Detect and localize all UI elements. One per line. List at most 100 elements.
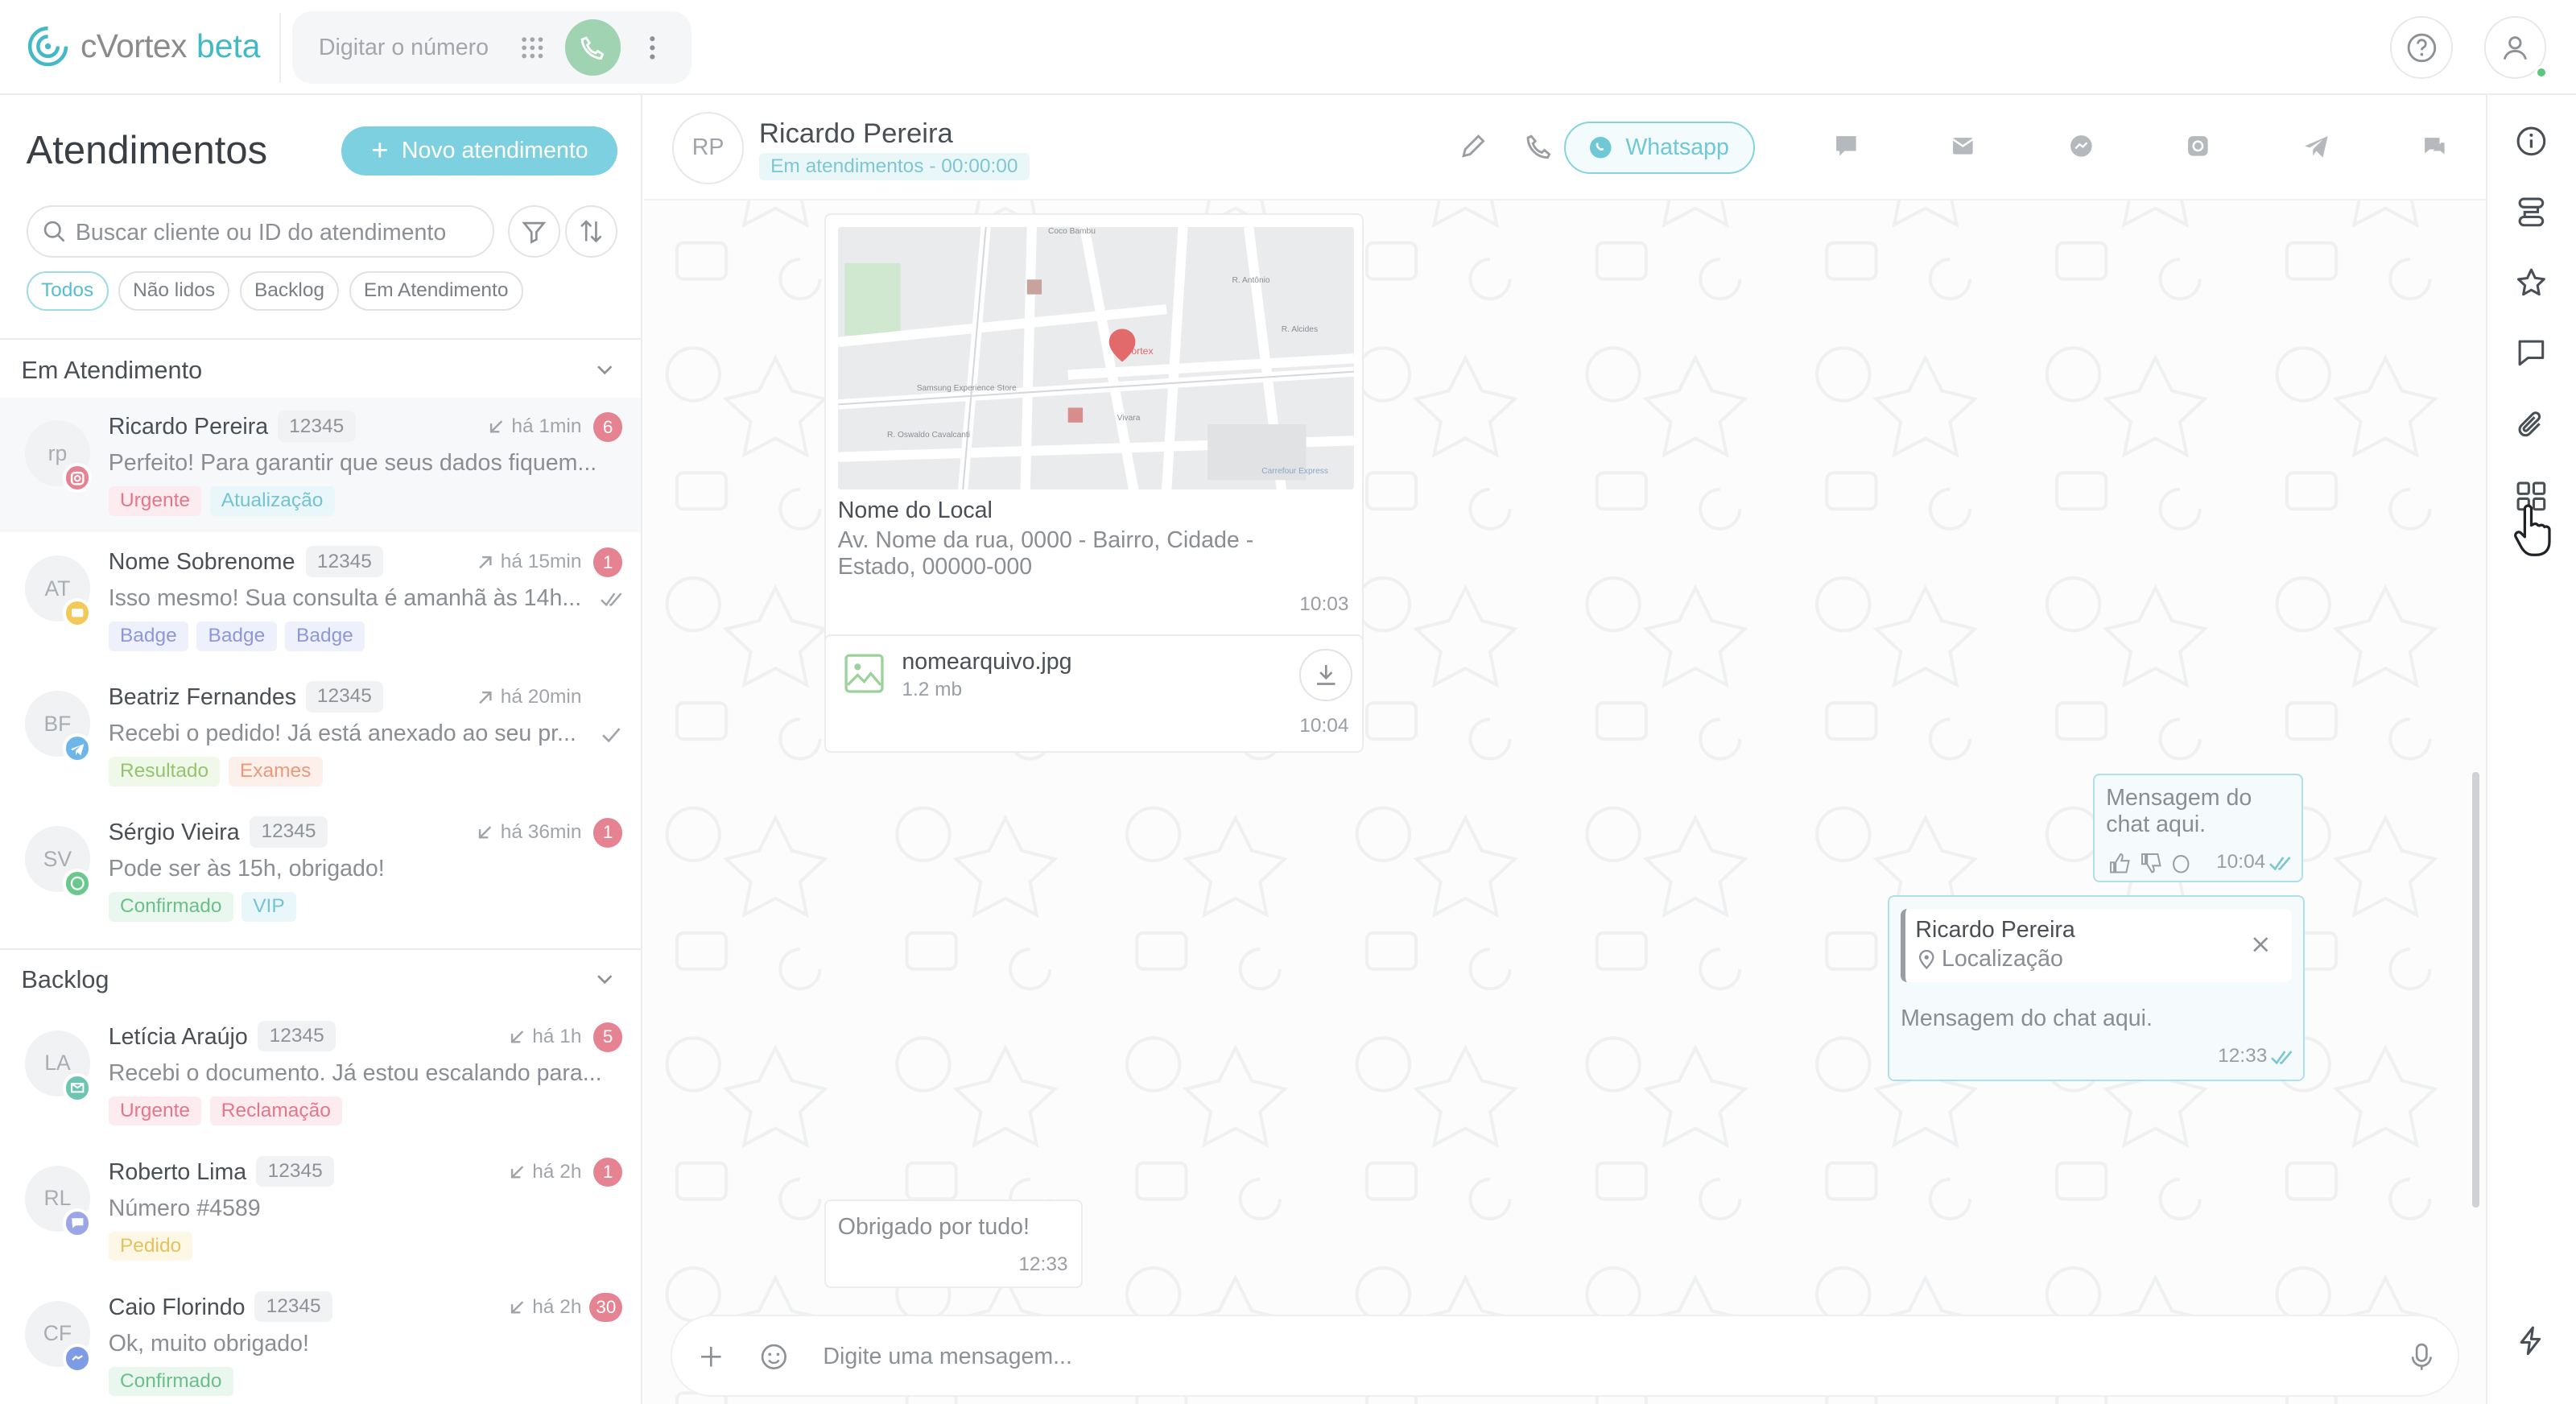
- conversation-item[interactable]: rp Ricardo Pereira 12345 há 1min 6 Perfeito! …: [0, 397, 641, 533]
- email-channel-icon: [62, 1073, 93, 1103]
- chat-scrollbar[interactable]: [2472, 772, 2479, 1208]
- map-label: Samsung Experience Store: [916, 384, 1017, 394]
- download-button[interactable]: [1299, 649, 1352, 702]
- message-text: Obrigado por tudo!: [837, 1214, 1030, 1241]
- edit-icon[interactable]: [1459, 131, 1488, 161]
- ticket-id: 12345: [277, 411, 356, 442]
- more-vertical-icon[interactable]: [638, 33, 667, 63]
- double-check-icon: [601, 593, 622, 607]
- flow-icon[interactable]: [2515, 196, 2548, 229]
- phone-icon[interactable]: [1525, 131, 1554, 161]
- ticket-id: 12345: [258, 1020, 336, 1052]
- tag-list: Pedido: [108, 1231, 193, 1262]
- top-bar: cVortex beta Digitar o número: [0, 0, 2576, 96]
- conversations-panel: Atendimentos + Novo atendimento Buscar cl…: [0, 95, 642, 1404]
- file-message[interactable]: nomearquivo.jpg 1.2 mb 10:04: [824, 634, 1364, 753]
- contact-name: Beatriz Fernandes: [108, 684, 297, 711]
- paperclip-icon[interactable]: [2515, 409, 2548, 442]
- telegram-icon[interactable]: [2301, 131, 2331, 161]
- reply-quote[interactable]: Ricardo Pereira Localização: [1901, 908, 2292, 983]
- last-message: Número #4589: [108, 1195, 261, 1221]
- location-title: Nome do Local: [837, 498, 993, 524]
- reaction-icon[interactable]: [2170, 853, 2192, 874]
- thumbs-up-icon[interactable]: [2109, 853, 2131, 874]
- outgoing-reply-message[interactable]: Ricardo Pereira Localização Mensagem do …: [1887, 895, 2306, 1081]
- emoji-icon[interactable]: [759, 1342, 789, 1372]
- tag: Confirmado: [108, 891, 233, 922]
- map-graphic: [837, 226, 1354, 490]
- unread-badge: 1: [592, 547, 623, 577]
- last-message: Ok, muito obrigado!: [108, 1330, 309, 1357]
- last-message: Recebi o pedido! Já está anexado ao seu …: [108, 721, 576, 747]
- conversation-item[interactable]: RL Roberto Lima 12345 há 2h 1 Número #4589 Ped…: [0, 1142, 641, 1277]
- conversation-item[interactable]: LA Letícia Araújo 12345 há 1h 5 Recebi o docu…: [0, 1007, 641, 1142]
- chevron-down-icon[interactable]: [595, 969, 614, 989]
- call-button[interactable]: [565, 19, 621, 76]
- chat-icon[interactable]: [1831, 131, 1861, 161]
- help-icon: [2407, 33, 2436, 62]
- whatsapp-channel-button[interactable]: Whatsapp: [1563, 122, 1755, 175]
- incoming-message[interactable]: Obrigado por tudo! 12:33: [824, 1199, 1083, 1288]
- section-title: Em Atendimento: [21, 356, 203, 384]
- conversation-item[interactable]: BF Beatriz Fernandes 12345 há 20min Recebi o…: [0, 668, 641, 803]
- webchat-channel-icon: [62, 1208, 93, 1238]
- tag: Pedido: [108, 1231, 193, 1262]
- filter-chip[interactable]: Em Atendimento: [349, 270, 523, 311]
- instagram-icon[interactable]: [2183, 131, 2213, 161]
- message-time: 10:04: [2216, 851, 2266, 873]
- map-image[interactable]: Coco Bambu cVortex Samsung Experience St…: [837, 226, 1354, 490]
- filter-chips: Todos Não lidos Backlog Em Atendimento: [26, 270, 523, 311]
- tag: Confirmado: [108, 1366, 233, 1397]
- time-text: há 2h: [532, 1160, 582, 1183]
- chevron-down-icon[interactable]: [595, 360, 614, 379]
- conversation-item[interactable]: AT Nome Sobrenome 12345 há 15min 1 Isso mesmo…: [0, 533, 641, 667]
- search-input[interactable]: Buscar cliente ou ID do atendimento: [26, 205, 495, 258]
- message-composer: Digite uma mensagem...: [670, 1314, 2460, 1397]
- incoming-arrow-icon: [510, 1300, 523, 1314]
- thumbs-down-icon[interactable]: [2140, 853, 2162, 874]
- star-icon[interactable]: [2515, 266, 2548, 299]
- filter-chip[interactable]: Todos: [26, 270, 109, 311]
- section-header[interactable]: Em Atendimento: [0, 338, 641, 397]
- new-attendance-button[interactable]: + Novo atendimento: [341, 126, 618, 176]
- section-header[interactable]: Backlog: [0, 948, 641, 1007]
- read-check-icon: [2269, 857, 2291, 871]
- divider: [279, 13, 281, 83]
- time-ago: há 2h: [508, 1296, 581, 1319]
- time-ago: há 1min: [487, 415, 582, 438]
- keypad-icon[interactable]: [519, 35, 546, 61]
- instagram-channel-icon: [62, 463, 93, 493]
- filter-button[interactable]: [507, 205, 560, 258]
- conversation-item[interactable]: CF Caio Florindo 12345 há 2h 30 Ok, muito obr…: [0, 1278, 641, 1404]
- mail-icon[interactable]: [1948, 131, 1978, 161]
- outgoing-message[interactable]: Mensagem do chat aqui. 10:04: [2092, 774, 2304, 882]
- time-text: há 1min: [511, 415, 582, 438]
- logo-beta: beta: [196, 27, 261, 64]
- contact-name: Nome Sobrenome: [108, 549, 295, 576]
- ticket-id: 12345: [256, 1155, 334, 1187]
- telegram-channel-icon: [62, 733, 93, 764]
- incoming-arrow-icon: [479, 826, 492, 839]
- tag: Urgente: [108, 1096, 202, 1126]
- help-button[interactable]: [2390, 16, 2453, 79]
- map-label: Vivara: [1117, 414, 1141, 423]
- messenger-icon[interactable]: [2066, 131, 2096, 161]
- info-icon[interactable]: [2515, 125, 2548, 158]
- dial-input[interactable]: Digitar o número: [319, 35, 489, 61]
- last-message: Recebi o documento. Já estou escalando p…: [108, 1059, 602, 1086]
- bolt-icon[interactable]: [2515, 1324, 2548, 1357]
- filter-chip[interactable]: Não lidos: [118, 270, 230, 311]
- webchat-icon[interactable]: [2420, 131, 2450, 161]
- filter-chip[interactable]: Backlog: [239, 270, 340, 311]
- comment-icon[interactable]: [2515, 337, 2548, 370]
- whatsapp-channel-icon: [62, 869, 93, 899]
- close-icon[interactable]: [2251, 935, 2270, 954]
- ticket-id: 12345: [250, 816, 328, 848]
- conversation-item[interactable]: SV Sérgio Vieira 12345 há 36min 1 Pode ser às…: [0, 803, 641, 938]
- sort-button[interactable]: [565, 205, 618, 258]
- whatsapp-icon: [1590, 137, 1612, 159]
- microphone-icon[interactable]: [2410, 1342, 2434, 1372]
- plus-icon[interactable]: [700, 1345, 723, 1369]
- logo: cVortex beta: [25, 23, 261, 69]
- message-input[interactable]: Digite uma mensagem...: [823, 1344, 1072, 1370]
